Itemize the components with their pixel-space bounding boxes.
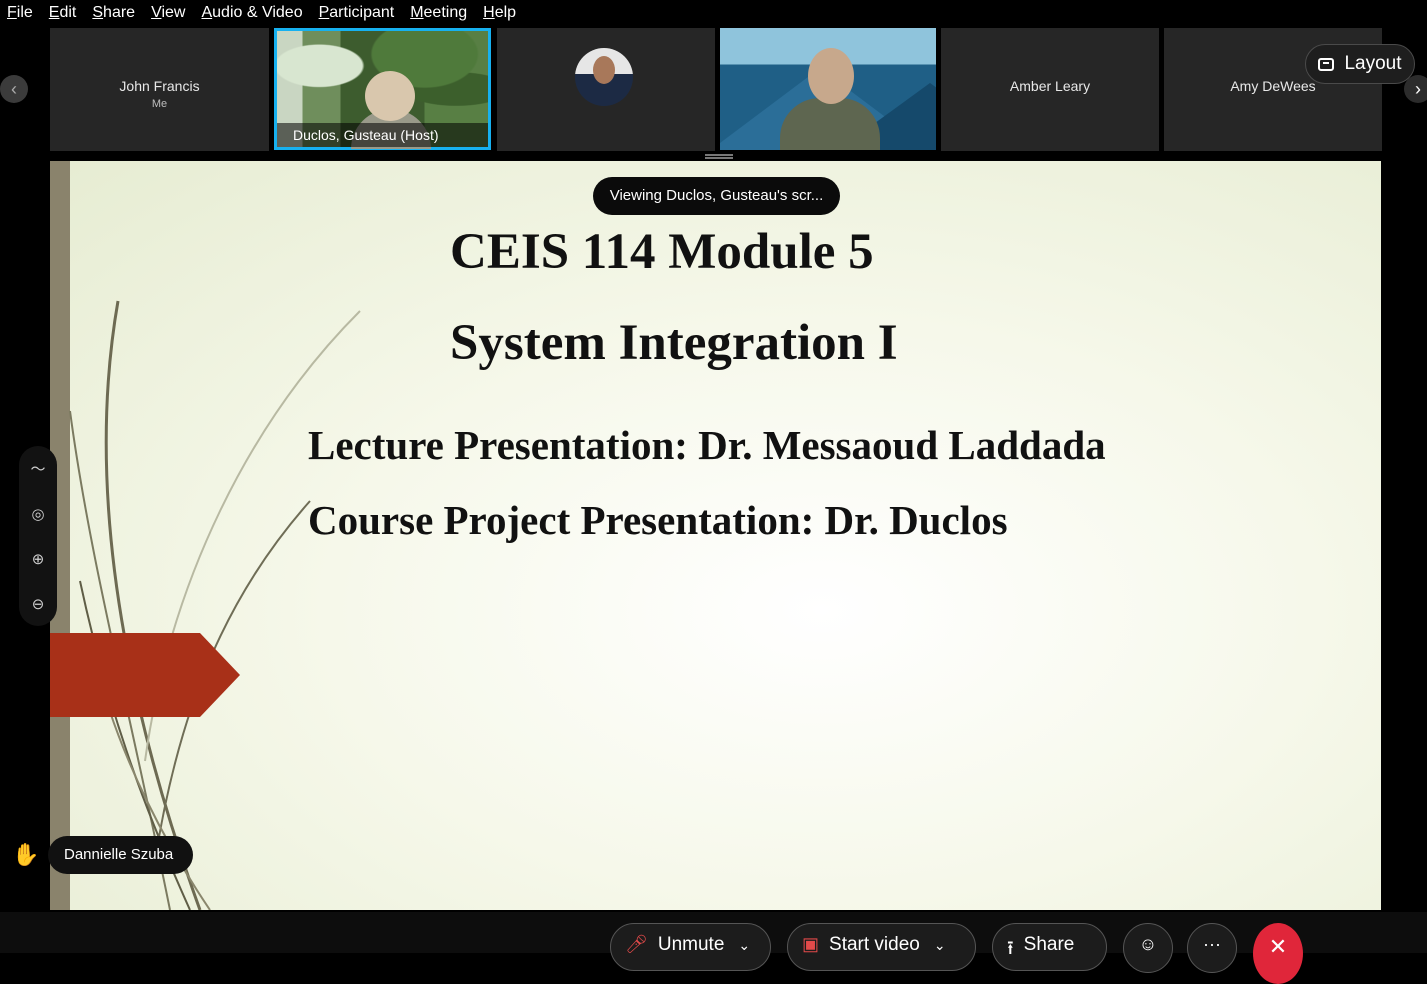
menu-participant-accel: P bbox=[318, 4, 330, 21]
mic-muted-icon: 🎤︎ bbox=[625, 934, 648, 954]
menu-meeting-rest: eeting bbox=[423, 4, 468, 21]
zoom-out-icon[interactable]: ⊖ bbox=[27, 593, 49, 615]
menu-view[interactable]: View bbox=[143, 0, 193, 26]
share-button[interactable]: ⭱ Share bbox=[992, 923, 1107, 971]
participant-tile-amber[interactable]: Amber Leary bbox=[941, 28, 1159, 151]
menu-help-accel: H bbox=[483, 4, 495, 21]
unmute-button[interactable]: 🎤︎ Unmute ⌄ bbox=[610, 923, 771, 971]
slide-lecture-presenter: Lecture Presentation: Dr. Messaoud Ladda… bbox=[308, 422, 1106, 468]
menu-edit-accel: E bbox=[48, 4, 60, 21]
annotation-toolbar: 〜 ◎ ⊕ ⊖ bbox=[19, 446, 57, 626]
resize-handle[interactable] bbox=[705, 154, 733, 159]
layout-icon bbox=[1318, 57, 1335, 71]
avatar-face bbox=[593, 56, 615, 84]
end-meeting-button[interactable]: ✕ bbox=[1253, 923, 1303, 984]
menu-share[interactable]: Share bbox=[84, 0, 143, 26]
menu-bar: File Edit Share View Audio & Video Parti… bbox=[0, 0, 1427, 26]
raised-hand-name: Dannielle Szuba bbox=[48, 836, 194, 874]
chevron-left-icon[interactable]: ‹ bbox=[0, 75, 28, 103]
chevron-down-icon[interactable]: ⌄ bbox=[934, 937, 946, 954]
share-icon: ⭱ bbox=[1007, 938, 1014, 959]
slide-subtitle: System Integration I bbox=[450, 315, 898, 371]
menu-share-accel: S bbox=[92, 4, 104, 21]
video-person-head bbox=[365, 71, 415, 121]
menu-audio-video-accel: A bbox=[201, 4, 213, 21]
more-icon: ··· bbox=[1203, 934, 1221, 954]
reactions-button[interactable]: ☺ bbox=[1123, 923, 1173, 973]
menu-file[interactable]: File bbox=[0, 0, 41, 26]
participant-tile-avatar[interactable] bbox=[497, 28, 715, 151]
menu-participant-rest: articipant bbox=[329, 4, 395, 21]
participant-strip: ‹ John Francis Me Duclos, Gusteau (Host)… bbox=[0, 28, 1427, 152]
layout-label: Layout bbox=[1344, 53, 1402, 74]
video-person-body bbox=[780, 98, 880, 150]
raised-hand-icon: ✋ bbox=[12, 842, 40, 867]
participant-name: John Francis bbox=[119, 78, 200, 94]
participant-name: Amber Leary bbox=[1009, 78, 1091, 94]
menu-file-accel: F bbox=[7, 4, 17, 21]
menu-view-accel: V bbox=[151, 4, 162, 21]
participant-tile-host[interactable]: Duclos, Gusteau (Host) bbox=[274, 28, 491, 150]
avatar bbox=[575, 48, 633, 106]
more-options-button[interactable]: ··· bbox=[1187, 923, 1237, 973]
emoji-icon: ☺ bbox=[1138, 934, 1158, 954]
menu-view-rest: iew bbox=[161, 4, 186, 21]
menu-share-rest: hare bbox=[103, 4, 136, 21]
video-person-head bbox=[808, 48, 854, 104]
slide-title: CEIS 114 Module 5 bbox=[450, 224, 874, 280]
start-video-button[interactable]: ▣ Start video ⌄ bbox=[787, 923, 976, 971]
viewing-share-indicator: Viewing Duclos, Gusteau's scr... bbox=[593, 177, 840, 215]
menu-audio-video[interactable]: Audio & Video bbox=[193, 0, 310, 26]
menu-help[interactable]: Help bbox=[475, 0, 524, 26]
menu-help-rest: elp bbox=[494, 4, 517, 21]
video-off-icon: ▣ bbox=[802, 934, 820, 954]
slide-project-presenter: Course Project Presentation: Dr. Duclos bbox=[308, 497, 1008, 543]
meeting-controls: 🎤︎ Unmute ⌄ ▣ Start video ⌄ ⭱ Share ☺ ··… bbox=[0, 912, 1427, 984]
layout-button[interactable]: Layout bbox=[1305, 44, 1415, 84]
zoom-in-icon[interactable]: ⊕ bbox=[27, 548, 49, 570]
menu-edit[interactable]: Edit bbox=[41, 0, 85, 26]
participant-tile-john[interactable]: John Francis Me bbox=[50, 28, 269, 151]
participant-tile-video[interactable] bbox=[720, 28, 936, 150]
chevron-down-icon[interactable]: ⌄ bbox=[738, 937, 750, 954]
menu-edit-rest: dit bbox=[59, 4, 77, 21]
raised-hand-notification: ✋ Dannielle Szuba bbox=[12, 836, 194, 874]
annotate-pen-icon[interactable]: 〜 bbox=[27, 458, 49, 480]
menu-participant[interactable]: Participant bbox=[311, 0, 403, 26]
menu-meeting-accel: M bbox=[410, 4, 424, 21]
menu-meeting[interactable]: Meeting bbox=[402, 0, 475, 26]
menu-audio-video-rest: udio & Video bbox=[212, 4, 303, 21]
participant-me-label: Me bbox=[151, 98, 168, 110]
close-icon: ✕ bbox=[1268, 934, 1288, 959]
shared-screen: CEIS 114 Module 5 System Integration I L… bbox=[50, 161, 1381, 910]
participant-name: Duclos, Gusteau (Host) bbox=[277, 123, 488, 147]
remote-control-icon[interactable]: ◎ bbox=[27, 503, 49, 525]
menu-file-rest: ile bbox=[16, 4, 33, 21]
